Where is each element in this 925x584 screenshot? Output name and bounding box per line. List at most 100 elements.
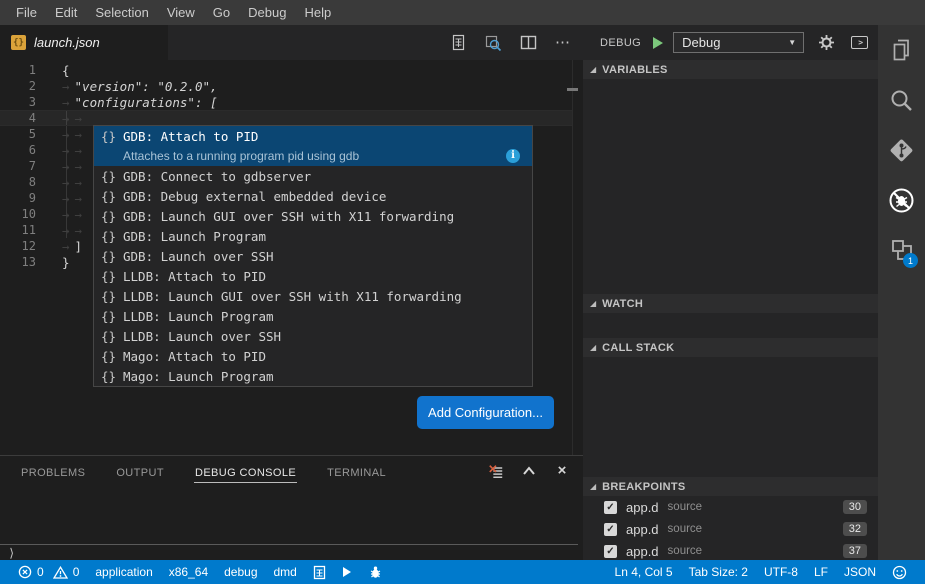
close-glyph: ×	[558, 464, 567, 478]
code-editor[interactable]: 1{ 2→"version": "0.2.0", 3→"configuratio…	[0, 60, 583, 455]
code-line[interactable]: 1{	[0, 62, 583, 78]
eol-indicator[interactable]: LF	[806, 560, 836, 584]
gear-icon[interactable]	[818, 34, 835, 51]
breakpoint-origin: source	[668, 545, 703, 557]
suggestion-item[interactable]: {}GDB: Launch Program	[94, 226, 532, 246]
code-line[interactable]: 2→"version": "0.2.0",	[0, 78, 583, 94]
code-line[interactable]: 3→"configurations": [	[0, 94, 583, 110]
suggestion-item[interactable]: {}Mago: Attach to PID	[94, 346, 532, 366]
scrollbar-ruler[interactable]	[572, 60, 573, 455]
line-number: 5	[0, 127, 36, 141]
suggestion-item[interactable]: {}GDB: Connect to gdbserver	[94, 166, 532, 186]
suggestion-label: LLDB: Launch GUI over SSH with X11 forwa…	[123, 289, 462, 304]
encoding-indicator[interactable]: UTF-8	[756, 560, 806, 584]
split-editor-icon[interactable]	[519, 34, 537, 52]
explorer-icon[interactable]	[878, 25, 925, 75]
section-breakpoints[interactable]: ◢ BREAKPOINTS	[583, 477, 878, 496]
menu-help[interactable]: Help	[295, 0, 340, 25]
code-text: ]	[75, 239, 83, 254]
source-control-icon[interactable]	[878, 125, 925, 175]
breakpoint-checkbox[interactable]: ✓	[604, 545, 617, 558]
suggestion-item-selected[interactable]: {}GDB: Attach to PID	[94, 126, 532, 146]
suggestion-item[interactable]: {}LLDB: Launch over SSH	[94, 326, 532, 346]
suggestion-label: LLDB: Launch Program	[123, 309, 274, 324]
tab-terminal[interactable]: TERMINAL	[326, 460, 387, 482]
debug-console-icon[interactable]: >	[851, 36, 868, 49]
editor-actions: ⋯	[449, 25, 572, 60]
suggestion-label: GDB: Debug external embedded device	[123, 189, 386, 204]
overview-cursor-mark	[567, 88, 578, 91]
braces-icon: {}	[101, 349, 123, 364]
debug-view-title: DEBUG	[600, 37, 641, 49]
run-icon[interactable]	[334, 560, 360, 584]
open-file-icon[interactable]	[449, 34, 467, 52]
status-label: Tab Size: 2	[689, 565, 748, 579]
breakpoint-row[interactable]: ✓ app.d source 30	[583, 496, 878, 518]
status-application[interactable]: application	[87, 560, 160, 584]
code-line-current[interactable]: 4→→	[0, 110, 572, 126]
info-icon[interactable]: i	[506, 149, 520, 163]
maximize-panel-icon[interactable]	[521, 463, 537, 479]
close-panel-icon[interactable]: ×	[554, 463, 570, 479]
extensions-icon[interactable]: 1	[878, 225, 925, 275]
suggestion-item[interactable]: {}LLDB: Attach to PID	[94, 266, 532, 286]
clear-console-icon[interactable]	[488, 463, 504, 479]
add-configuration-button[interactable]: Add Configuration...	[417, 396, 554, 429]
tab-launch-json[interactable]: {} launch.json	[0, 25, 168, 60]
code-text: }	[62, 255, 70, 270]
project-file-icon[interactable]	[305, 560, 334, 584]
tab-problems[interactable]: PROBLEMS	[20, 460, 86, 482]
breakpoint-checkbox[interactable]: ✓	[604, 523, 617, 536]
ellipsis-glyph: ⋯	[555, 38, 571, 48]
status-bar: 0 0 application x86_64 debug dmd Ln 4, C…	[0, 560, 925, 584]
code-text: "configurations": [	[75, 95, 218, 110]
breakpoint-row[interactable]: ✓ app.d source 32	[583, 518, 878, 540]
whitespace-marks: →	[62, 239, 75, 254]
section-watch[interactable]: ◢ WATCH	[583, 294, 878, 313]
breakpoint-checkbox[interactable]: ✓	[604, 501, 617, 514]
status-build-type[interactable]: debug	[216, 560, 265, 584]
warning-icon	[53, 566, 68, 579]
suggestion-item[interactable]: {}Mago: Launch Program	[94, 366, 532, 386]
suggestion-item[interactable]: {}LLDB: Launch Program	[94, 306, 532, 326]
editor-group: {} launch.json ⋯ 1{ 2→"version": "0.2.0"…	[0, 25, 583, 560]
suggestion-label: Mago: Attach to PID	[123, 349, 266, 364]
line-number: 11	[0, 223, 36, 237]
start-debug-icon[interactable]	[652, 36, 664, 50]
breakpoint-row[interactable]: ✓ app.d source 37	[583, 540, 878, 560]
suggest-widget: {}GDB: Attach to PID Attaches to a runni…	[93, 125, 533, 387]
whitespace-marks: →→	[62, 127, 87, 142]
menu-debug[interactable]: Debug	[239, 0, 295, 25]
more-actions-icon[interactable]: ⋯	[554, 34, 572, 52]
section-variables[interactable]: ◢ VARIABLES	[583, 60, 878, 79]
search-preview-icon[interactable]	[484, 34, 502, 52]
suggestion-item[interactable]: {}LLDB: Launch GUI over SSH with X11 for…	[94, 286, 532, 306]
debug-sidebar: DEBUG Debug ▼ > ◢ VARIABLES ◢ WATCH ◢ CA…	[583, 25, 878, 560]
breakpoint-line-badge: 37	[843, 544, 867, 558]
debug-console-input[interactable]: ⟩	[0, 544, 578, 560]
status-compiler[interactable]: dmd	[266, 560, 305, 584]
status-arch[interactable]: x86_64	[161, 560, 216, 584]
problems-status[interactable]: 0 0	[10, 560, 87, 584]
tab-size-indicator[interactable]: Tab Size: 2	[681, 560, 756, 584]
tab-debug-console[interactable]: DEBUG CONSOLE	[194, 460, 297, 483]
section-call-stack[interactable]: ◢ CALL STACK	[583, 338, 878, 357]
suggestion-item[interactable]: {}GDB: Launch over SSH	[94, 246, 532, 266]
debug-configuration-select[interactable]: Debug ▼	[673, 32, 804, 53]
search-icon[interactable]	[878, 75, 925, 125]
braces-icon: {}	[101, 309, 123, 324]
cursor-position[interactable]: Ln 4, Col 5	[607, 560, 681, 584]
menu-selection[interactable]: Selection	[86, 0, 157, 25]
suggestion-item[interactable]: {}GDB: Launch GUI over SSH with X11 forw…	[94, 206, 532, 226]
suggestion-item[interactable]: {}GDB: Debug external embedded device	[94, 186, 532, 206]
debug-icon-active[interactable]	[878, 175, 925, 225]
menu-go[interactable]: Go	[204, 0, 239, 25]
menu-file[interactable]: File	[7, 0, 46, 25]
menu-view[interactable]: View	[158, 0, 204, 25]
menu-edit[interactable]: Edit	[46, 0, 86, 25]
bug-icon[interactable]	[360, 560, 391, 584]
feedback-smiley-icon[interactable]	[884, 560, 915, 584]
tab-output[interactable]: OUTPUT	[115, 460, 165, 482]
whitespace-marks: →→	[62, 207, 87, 222]
language-mode[interactable]: JSON	[836, 560, 884, 584]
